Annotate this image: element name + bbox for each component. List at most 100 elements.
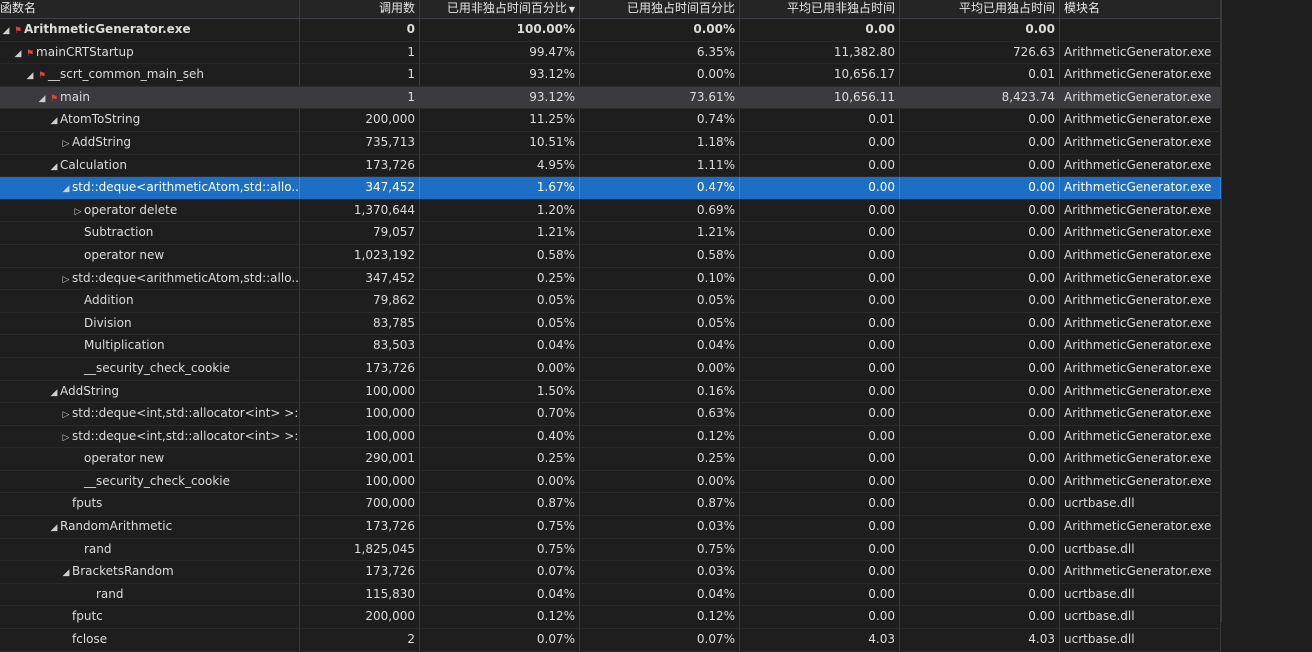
calls-cell: 735,713	[300, 131, 420, 154]
avg-inclusive-cell: 0.00	[740, 267, 900, 290]
table-row[interactable]: Multiplication 83,503 0.04% 0.04% 0.00 0.00 Ar…	[0, 335, 1221, 358]
function-name-cell: Division	[0, 312, 300, 335]
module-cell: ArithmeticGenerator.exe	[1060, 561, 1221, 583]
exclusive-pct-cell: 0.47%	[580, 177, 740, 199]
table-row[interactable]: ◢ RandomArithmetic 173,726 0.75% 0.03% 0.00 0.…	[0, 516, 1221, 539]
table-row[interactable]: ▷ std::deque<int,std::allocator<int> >::.…	[0, 425, 1221, 449]
table-row[interactable]: ◢ ⚑ __scrt_common_main_seh 1 93.12% 0.00% 10,6…	[0, 64, 1221, 87]
exclusive-pct-cell: 0.04%	[580, 583, 740, 606]
table-row[interactable]: __security_check_cookie 173,726 0.00% 0.00%…	[0, 357, 1221, 381]
calls-cell: 79,057	[300, 222, 420, 244]
table-row[interactable]: ▷ AddString 735,713 10.51% 1.18% 0.00 0.00 Arit…	[0, 131, 1221, 155]
table-row[interactable]: operator new 290,001 0.25% 0.25% 0.00 0.00 Ari…	[0, 448, 1221, 471]
function-name-cell: ◢ AddString	[0, 380, 300, 403]
col-header-exclusive-pct[interactable]: 已用独占时间百分比	[580, 0, 740, 18]
col-header-label: 平均已用独占时间	[958, 1, 1055, 15]
table-row[interactable]: ▷ std::deque<arithmeticAtom,std::allo... 3…	[0, 267, 1221, 291]
exclusive-pct-cell: 0.03%	[580, 561, 740, 583]
exclusive-pct-cell: 0.75%	[580, 538, 740, 561]
table-row[interactable]: ◢ AddString 100,000 1.50% 0.16% 0.00 0.00 Arith…	[0, 380, 1221, 404]
module-cell: ucrtbase.dll	[1060, 583, 1221, 606]
table-row[interactable]: ▷ std::deque<int,std::allocator<int> >::.…	[0, 403, 1221, 426]
exclusive-pct-cell: 0.69%	[580, 199, 740, 222]
table-row[interactable]: rand 115,830 0.04% 0.04% 0.00 0.00 ucrtbase.dl…	[0, 583, 1221, 607]
expand-triangle-icon[interactable]: ▷	[72, 202, 84, 222]
function-name-cell: rand	[0, 538, 300, 561]
inclusive-pct-cell: 1.20%	[420, 199, 580, 222]
col-header-calls[interactable]: 调用数	[300, 0, 420, 18]
avg-exclusive-cell: 0.00	[900, 470, 1060, 493]
avg-inclusive-cell: 0.00	[740, 516, 900, 538]
collapse-triangle-icon[interactable]: ◢	[48, 157, 60, 177]
avg-inclusive-cell: 0.00	[740, 448, 900, 470]
calls-cell: 100,000	[300, 425, 420, 448]
avg-inclusive-cell: 10,656.11	[740, 86, 900, 109]
collapse-triangle-icon[interactable]: ◢	[12, 44, 24, 64]
table-row[interactable]: Division 83,785 0.05% 0.05% 0.00 0.00 Arithmet…	[0, 312, 1221, 336]
collapse-triangle-icon[interactable]: ◢	[60, 563, 72, 583]
collapse-triangle-icon[interactable]: ◢	[0, 21, 12, 41]
function-name: operator new	[84, 451, 165, 466]
function-name-cell: ◢ ⚑ main	[0, 86, 300, 109]
table-row[interactable]: fputc 200,000 0.12% 0.12% 0.00 0.00 ucrtbase.d…	[0, 606, 1221, 630]
exclusive-pct-cell: 0.00%	[580, 357, 740, 380]
table-row[interactable]: Subtraction 79,057 1.21% 1.21% 0.00 0.00 Arith…	[0, 222, 1221, 245]
calls-cell: 79,862	[300, 290, 420, 312]
function-name: __security_check_cookie	[84, 360, 230, 375]
function-name: std::deque<int,std::allocator<int> >::..…	[72, 428, 300, 443]
col-header-function-name[interactable]: 函数名	[0, 0, 300, 18]
table-row[interactable]: ◢ Calculation 173,726 4.95% 1.11% 0.00 0.00 Ari…	[0, 154, 1221, 178]
exclusive-pct-cell: 0.10%	[580, 267, 740, 290]
table-row[interactable]: ◢ ⚑ mainCRTStartup 1 99.47% 6.35% 11,382.80 726…	[0, 41, 1221, 65]
avg-exclusive-cell: 0.00	[900, 19, 1060, 41]
expand-triangle-icon[interactable]: ▷	[60, 428, 72, 448]
function-name-cell: fclose	[0, 629, 300, 651]
call-tree-rows: ◢ ⚑ ArithmeticGenerator.exe 0 100.00% 0.00% 0.…	[0, 19, 1221, 652]
module-cell: ArithmeticGenerator.exe	[1060, 109, 1221, 131]
table-row[interactable]: ◢ ⚑ main 1 93.12% 73.61% 10,656.11 8,423.74 Arit…	[0, 86, 1221, 110]
calls-cell: 1	[300, 86, 420, 109]
avg-inclusive-cell: 0.00	[740, 606, 900, 629]
exclusive-pct-cell: 0.00%	[580, 19, 740, 41]
function-name-cell: ◢ ⚑ mainCRTStartup	[0, 41, 300, 64]
function-name: fclose	[72, 632, 108, 647]
expand-triangle-icon[interactable]: ▷	[60, 405, 72, 425]
avg-inclusive-cell: 0.00	[740, 290, 900, 312]
table-row[interactable]: ◢ ⚑ ArithmeticGenerator.exe 0 100.00% 0.00% 0.…	[0, 19, 1221, 42]
avg-exclusive-cell: 0.00	[900, 154, 1060, 177]
table-row[interactable]: ▷ operator delete 1,370,644 1.20% 0.69% 0.00 0…	[0, 199, 1221, 223]
calls-cell: 1	[300, 41, 420, 64]
collapse-triangle-icon[interactable]: ◢	[60, 179, 72, 199]
function-name-cell: ▷ AddString	[0, 131, 300, 154]
module-cell: ArithmeticGenerator.exe	[1060, 244, 1221, 267]
table-row[interactable]: ◢ std::deque<arithmeticAtom,std::allo... 3…	[0, 177, 1221, 200]
col-header-module[interactable]: 模块名	[1060, 0, 1221, 18]
avg-exclusive-cell: 4.03	[900, 629, 1060, 651]
collapse-triangle-icon[interactable]: ◢	[48, 518, 60, 538]
expand-triangle-icon[interactable]: ▷	[60, 134, 72, 154]
col-header-avg-exclusive[interactable]: 平均已用独占时间	[900, 0, 1060, 18]
table-row[interactable]: Addition 79,862 0.05% 0.05% 0.00 0.00 Arithmet…	[0, 290, 1221, 313]
col-header-inclusive-pct[interactable]: 已用非独占时间百分比 ▼	[420, 0, 580, 18]
avg-inclusive-cell: 11,382.80	[740, 41, 900, 64]
collapse-triangle-icon[interactable]: ◢	[48, 111, 60, 131]
table-row[interactable]: fputs 700,000 0.87% 0.87% 0.00 0.00 ucrtbase.d…	[0, 493, 1221, 517]
collapse-triangle-icon[interactable]: ◢	[48, 383, 60, 403]
table-row[interactable]: __security_check_cookie 100,000 0.00% 0.00%…	[0, 470, 1221, 494]
calls-cell: 83,503	[300, 335, 420, 357]
expand-triangle-icon[interactable]: ▷	[60, 270, 72, 290]
collapse-triangle-icon[interactable]: ◢	[24, 66, 36, 86]
exclusive-pct-cell: 0.12%	[580, 425, 740, 448]
function-name: fputc	[72, 609, 103, 624]
hot-path-flame-icon: ⚑	[13, 26, 23, 36]
table-row[interactable]: operator new 1,023,192 0.58% 0.58% 0.00 0.00 A…	[0, 244, 1221, 268]
function-name-cell: ◢ std::deque<arithmeticAtom,std::allo...	[0, 177, 300, 199]
collapse-triangle-icon[interactable]: ◢	[36, 89, 48, 109]
function-name: rand	[96, 586, 124, 601]
col-header-avg-inclusive[interactable]: 平均已用非独占时间	[740, 0, 900, 18]
function-name: operator new	[84, 247, 165, 262]
table-row[interactable]: ◢ BracketsRandom 173,726 0.07% 0.03% 0.00 0.00…	[0, 561, 1221, 584]
table-row[interactable]: ◢ AtomToString 200,000 11.25% 0.74% 0.01 0.00 A…	[0, 109, 1221, 132]
table-row[interactable]: fclose 2 0.07% 0.07% 4.03 4.03 ucrtbase.dll	[0, 629, 1221, 652]
table-row[interactable]: rand 1,825,045 0.75% 0.75% 0.00 0.00 ucrtbase.…	[0, 538, 1221, 562]
